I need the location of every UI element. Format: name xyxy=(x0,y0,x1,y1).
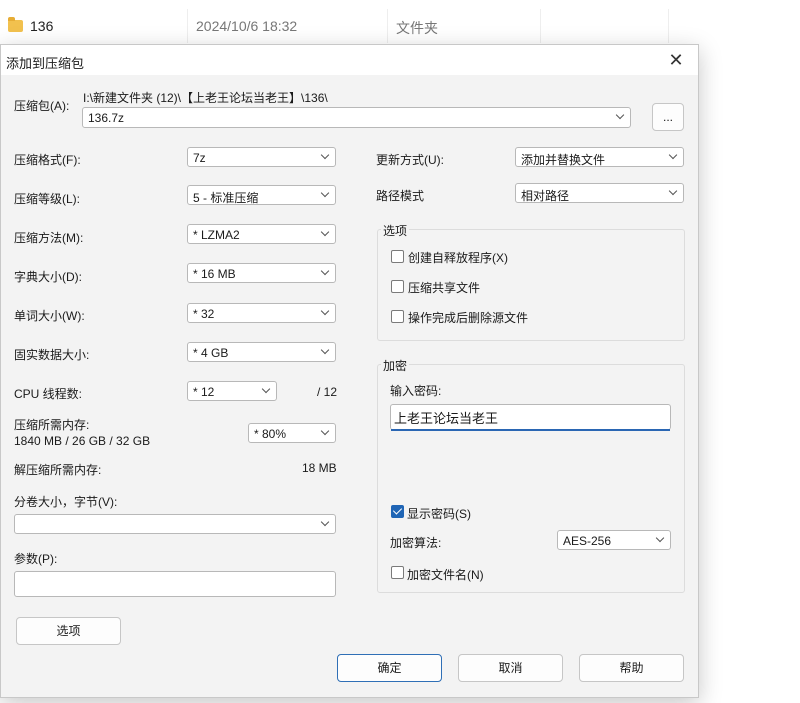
column-divider xyxy=(187,9,188,43)
solid-value: * 4 GB xyxy=(193,346,229,360)
chevron-down-icon xyxy=(320,227,330,237)
column-divider xyxy=(387,9,388,43)
archive-name-value: 136.7z xyxy=(88,111,125,125)
archive-path: I:\新建文件夹 (12)\【上老王论坛当老王】\136\ xyxy=(83,91,328,105)
encrypt-names-label[interactable]: 加密文件名(N) xyxy=(407,566,484,583)
word-label: 单词大小(W): xyxy=(14,309,85,323)
mem-select[interactable]: * 80% xyxy=(248,423,336,443)
password-input[interactable]: 上老王论坛当老王 xyxy=(390,404,671,431)
folder-icon xyxy=(8,17,23,32)
help-button[interactable]: 帮助 xyxy=(579,654,684,682)
decomp-value: 18 MB xyxy=(302,461,337,475)
chevron-down-icon xyxy=(615,110,625,120)
params-input[interactable] xyxy=(14,571,336,597)
chevron-down-icon xyxy=(261,384,271,394)
dialog-titlebar[interactable]: 添加到压缩包 ✕ xyxy=(1,45,698,75)
options-button[interactable]: 选项 xyxy=(16,617,121,645)
word-select[interactable]: * 32 xyxy=(187,303,336,323)
pathmode-label: 路径模式 xyxy=(376,189,425,203)
chevron-down-icon xyxy=(320,345,330,355)
encryption-method-value: AES-256 xyxy=(563,534,612,548)
pathmode-select[interactable]: 相对路径 xyxy=(515,183,684,203)
level-value: 5 - 标准压缩 xyxy=(193,191,259,205)
dialog-title: 添加到压缩包 xyxy=(6,56,85,71)
encryption-group-title: 加密 xyxy=(381,357,410,374)
options-group-title: 选项 xyxy=(381,222,410,239)
close-icon: ✕ xyxy=(668,50,684,70)
mem-value: * 80% xyxy=(254,427,287,441)
column-divider xyxy=(668,9,669,43)
dict-label: 字典大小(D): xyxy=(14,270,82,284)
level-select[interactable]: 5 - 标准压缩 xyxy=(187,185,336,205)
archive-name-combo[interactable]: 136.7z xyxy=(82,107,631,128)
shared-checkbox[interactable] xyxy=(391,280,404,293)
format-label: 压缩格式(F): xyxy=(14,153,81,167)
method-select[interactable]: * LZMA2 xyxy=(187,224,336,244)
chevron-down-icon xyxy=(320,426,330,436)
cpu-label: CPU 线程数: xyxy=(14,387,83,401)
show-password-checkbox[interactable] xyxy=(391,505,404,518)
chevron-down-icon xyxy=(320,306,330,316)
delete-source-label[interactable]: 操作完成后删除源文件 xyxy=(408,309,528,326)
cpu-max: / 12 xyxy=(317,385,338,399)
params-label: 参数(P): xyxy=(14,552,58,566)
mem-detail: 1840 MB / 26 GB / 32 GB xyxy=(14,434,151,448)
explorer-item-date: 2024/10/6 18:32 xyxy=(196,18,298,34)
pathmode-value: 相对路径 xyxy=(521,189,570,203)
sfx-checkbox[interactable] xyxy=(391,250,404,263)
chevron-down-icon xyxy=(655,533,665,543)
show-password-label[interactable]: 显示密码(S) xyxy=(407,505,471,522)
level-label: 压缩等级(L): xyxy=(14,192,81,206)
explorer-item-name: 136 xyxy=(30,18,54,34)
delete-source-checkbox[interactable] xyxy=(391,310,404,323)
split-label: 分卷大小，字节(V): xyxy=(14,495,118,509)
update-value: 添加并替换文件 xyxy=(521,153,606,167)
focus-underline xyxy=(391,429,670,431)
mem-label: 压缩所需内存: xyxy=(14,418,90,432)
solid-select[interactable]: * 4 GB xyxy=(187,342,336,362)
cancel-button[interactable]: 取消 xyxy=(458,654,563,682)
format-select[interactable]: 7z xyxy=(187,147,336,167)
explorer-row-136[interactable]: 136 2024/10/6 18:32 文件夹 xyxy=(0,9,800,43)
method-value: * LZMA2 xyxy=(193,228,240,242)
explorer-item-type: 文件夹 xyxy=(396,20,438,36)
chevron-down-icon xyxy=(320,266,330,276)
dict-value: * 16 MB xyxy=(193,267,236,281)
decomp-label: 解压缩所需内存: xyxy=(14,463,102,477)
ok-button[interactable]: 确定 xyxy=(337,654,442,682)
update-select[interactable]: 添加并替换文件 xyxy=(515,147,684,167)
cpu-select[interactable]: * 12 xyxy=(187,381,277,401)
chevron-down-icon xyxy=(668,150,678,160)
password-label: 输入密码: xyxy=(390,384,442,398)
cpu-value: * 12 xyxy=(193,385,215,399)
browse-button[interactable]: ... xyxy=(652,103,684,131)
update-label: 更新方式(U): xyxy=(376,153,444,167)
password-value: 上老王论坛当老王 xyxy=(394,411,499,426)
solid-label: 固实数据大小: xyxy=(14,348,90,362)
chevron-down-icon xyxy=(320,150,330,160)
column-divider xyxy=(540,9,541,43)
split-select[interactable] xyxy=(14,514,336,534)
close-button[interactable]: ✕ xyxy=(654,45,698,75)
format-value: 7z xyxy=(193,151,206,165)
chevron-down-icon xyxy=(320,517,330,527)
add-to-archive-dialog: 添加到压缩包 ✕ 压缩包(A): I:\新建文件夹 (12)\【上老王论坛当老王… xyxy=(0,44,699,698)
word-value: * 32 xyxy=(193,307,215,321)
shared-label[interactable]: 压缩共享文件 xyxy=(408,279,480,296)
archive-label: 压缩包(A): xyxy=(14,99,70,113)
chevron-down-icon xyxy=(668,186,678,196)
sfx-label[interactable]: 创建自释放程序(X) xyxy=(408,249,508,266)
encryption-method-select[interactable]: AES-256 xyxy=(557,530,671,550)
method-label: 压缩方法(M): xyxy=(14,231,84,245)
encrypt-names-checkbox[interactable] xyxy=(391,566,404,579)
encryption-method-label: 加密算法: xyxy=(390,536,442,550)
chevron-down-icon xyxy=(320,188,330,198)
dict-select[interactable]: * 16 MB xyxy=(187,263,336,283)
